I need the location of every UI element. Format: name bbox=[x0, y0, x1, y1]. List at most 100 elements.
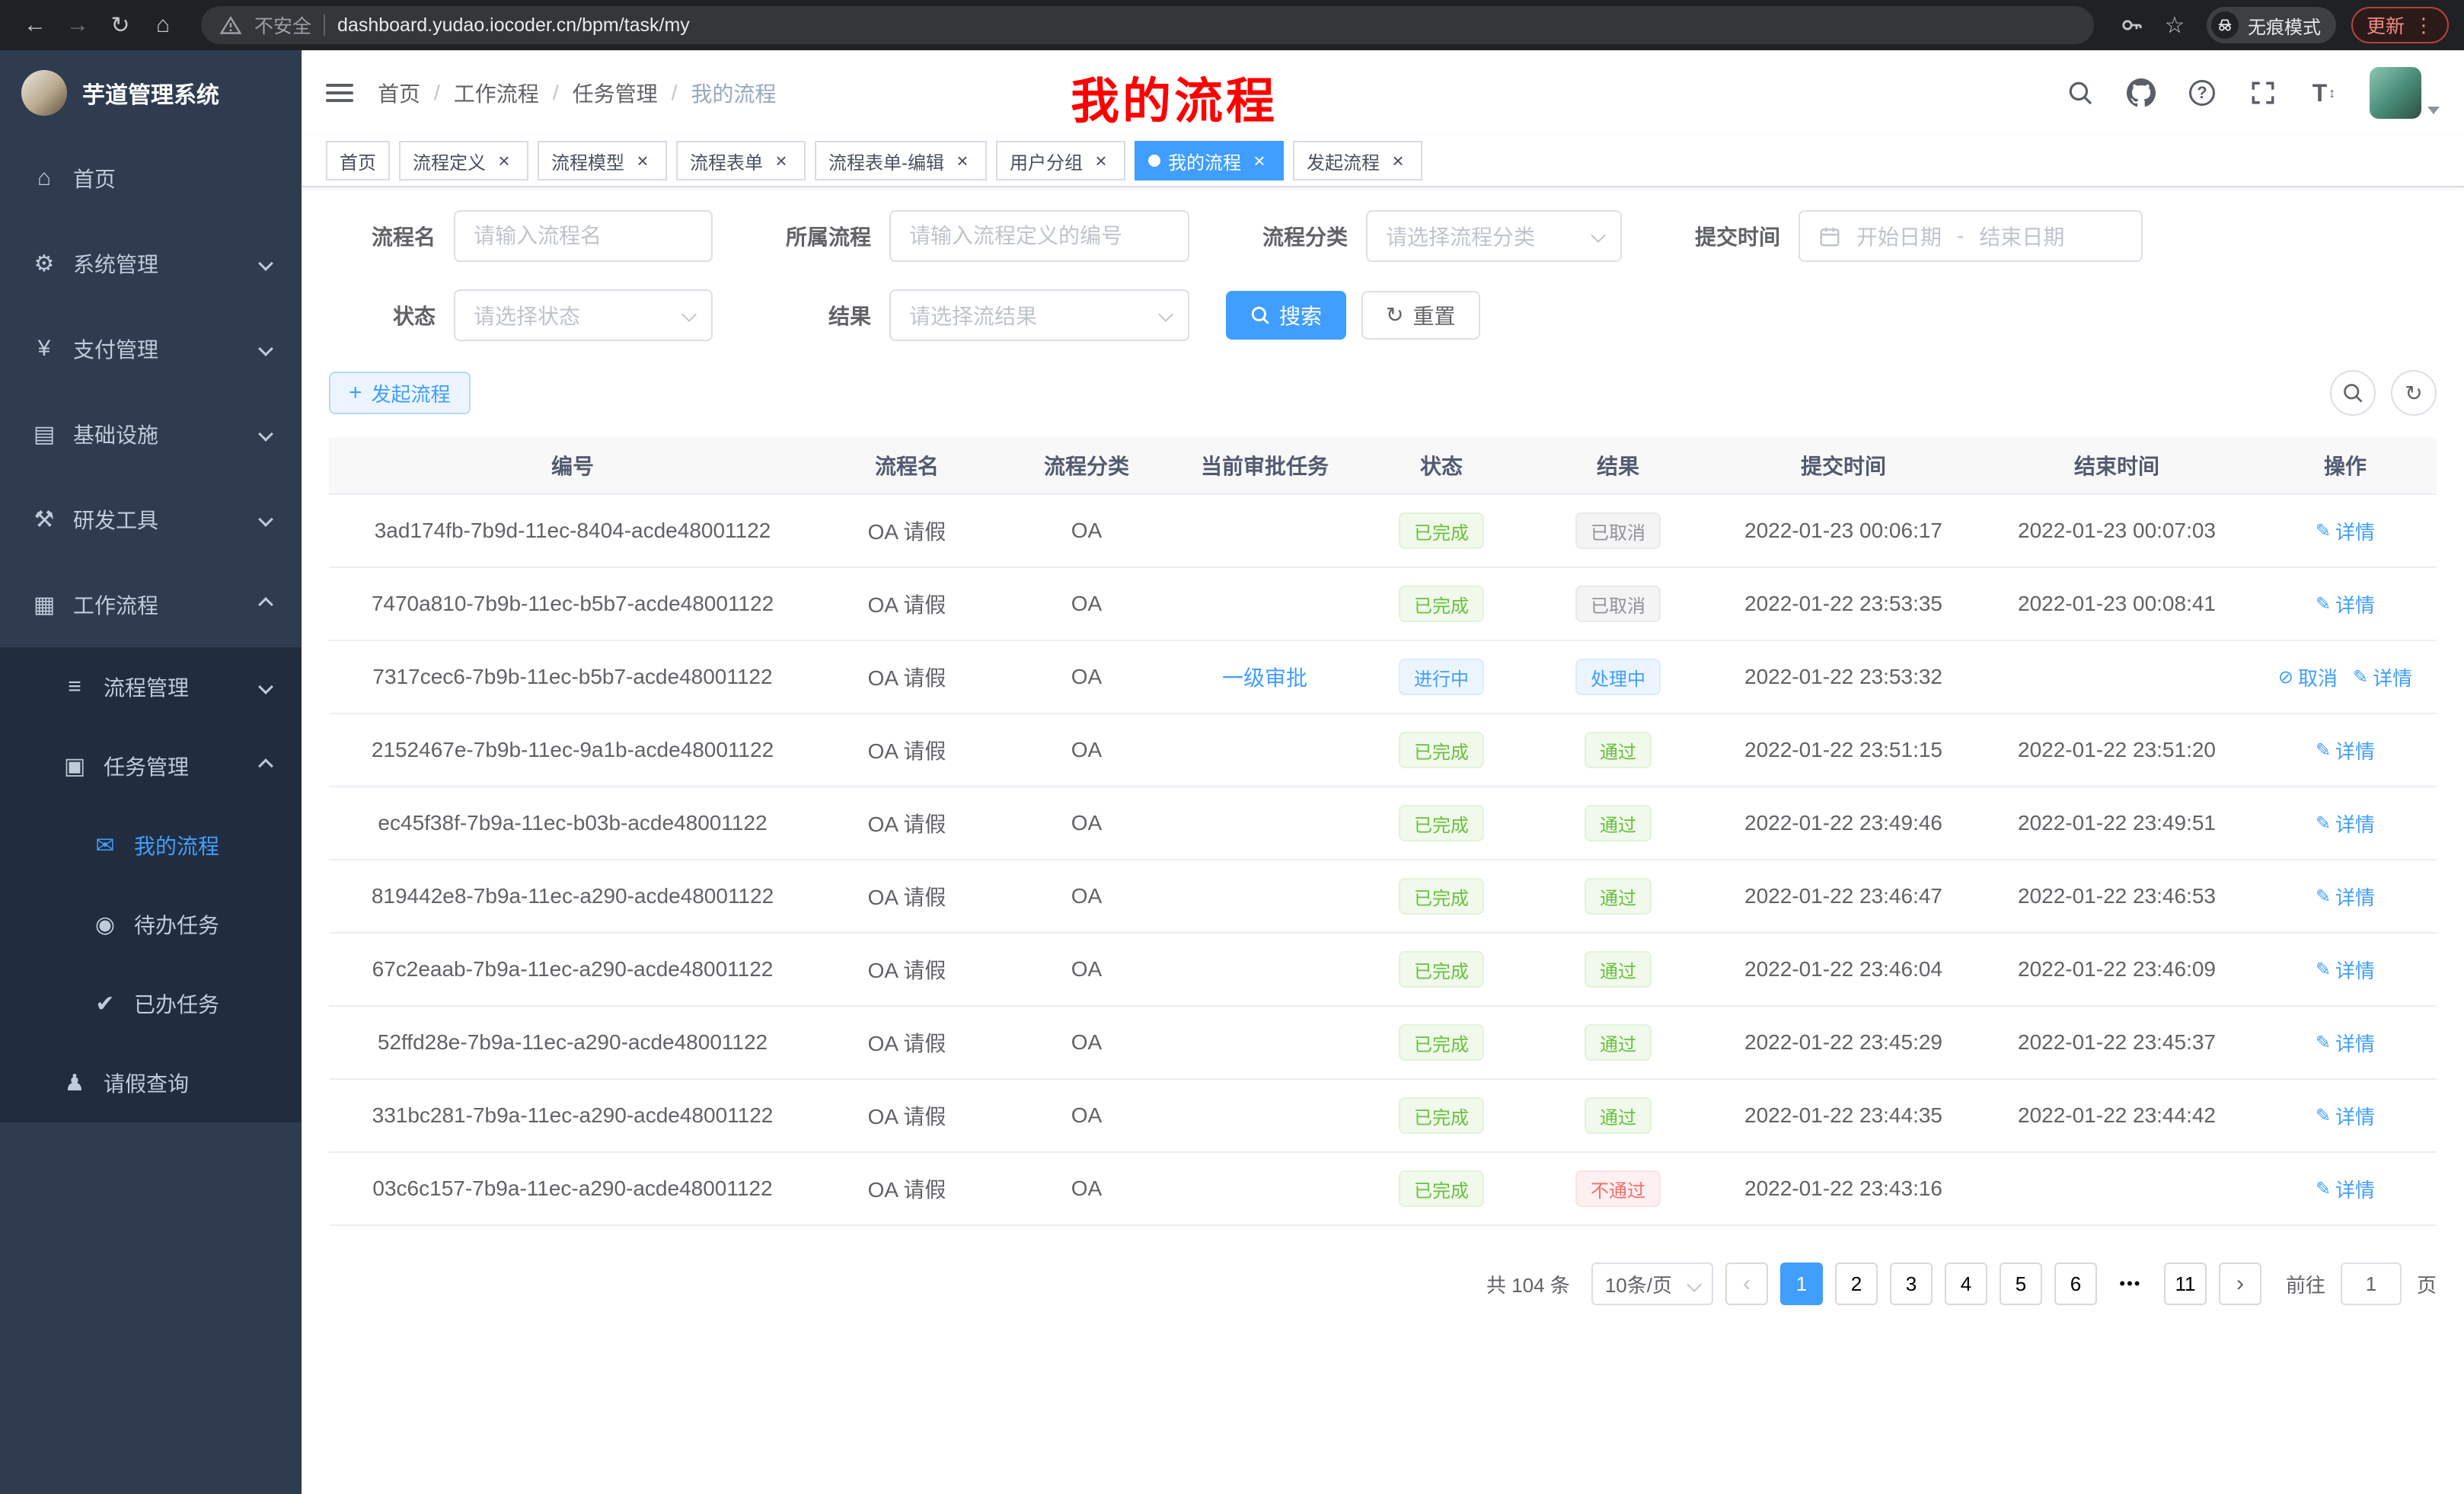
category-select[interactable]: 请选择流程分类 bbox=[1366, 210, 1622, 262]
sidebar-item[interactable]: ⚙ 系统管理 bbox=[0, 221, 302, 306]
menu-dots-icon[interactable]: ⋮ bbox=[2414, 14, 2434, 37]
close-icon[interactable]: × bbox=[1387, 150, 1409, 171]
leave-query-icon: ♟ bbox=[61, 1070, 88, 1097]
breadcrumb-link[interactable]: 工作流程 bbox=[454, 78, 539, 108]
star-icon[interactable]: ☆ bbox=[2155, 5, 2194, 45]
tab[interactable]: 流程表单 × bbox=[676, 141, 806, 180]
page-number-button[interactable]: 3 bbox=[1890, 1263, 1933, 1305]
tab[interactable]: 首页 bbox=[326, 141, 390, 180]
row-actions: ✎ 详情 bbox=[2254, 495, 2437, 567]
close-icon[interactable]: × bbox=[1090, 150, 1112, 171]
close-icon[interactable]: × bbox=[1249, 150, 1270, 171]
sidebar-item[interactable]: ¥ 支付管理 bbox=[0, 306, 302, 391]
tab[interactable]: 流程表单-编辑 × bbox=[815, 141, 987, 180]
status-cell: 已完成 bbox=[1354, 1153, 1529, 1224]
tab[interactable]: 用户分组 × bbox=[996, 141, 1125, 180]
status-badge: 已完成 bbox=[1399, 878, 1484, 915]
refresh-table-button[interactable]: ↻ bbox=[2391, 370, 2437, 416]
date-range-picker[interactable]: 开始日期 - 结束日期 bbox=[1799, 210, 2143, 262]
page-number-button[interactable]: 6 bbox=[2054, 1263, 2097, 1305]
update-button[interactable]: 更新 ⋮ bbox=[2351, 7, 2449, 43]
action-label: 详情 bbox=[2335, 1175, 2375, 1203]
sidebar-item[interactable]: ▦ 工作流程 bbox=[0, 562, 302, 647]
breadcrumb-link[interactable]: 我的流程 bbox=[691, 78, 776, 108]
goto-page-input[interactable] bbox=[2341, 1263, 2402, 1305]
edit-icon: ✎ bbox=[2316, 812, 2331, 835]
tab[interactable]: 我的流程 × bbox=[1135, 141, 1284, 180]
sidebar-item[interactable]: ✔ 已办任务 bbox=[0, 964, 302, 1043]
toggle-search-button[interactable] bbox=[2330, 370, 2376, 416]
sidebar-item[interactable]: ▣ 任务管理 bbox=[0, 726, 302, 806]
browser-home-icon[interactable]: ⌂ bbox=[143, 5, 183, 45]
table-body: 3ad174fb-7b9d-11ec-8404-acde48001122 OA … bbox=[329, 495, 2437, 1226]
close-icon[interactable]: × bbox=[771, 150, 792, 171]
tab[interactable]: 流程定义 × bbox=[399, 141, 528, 180]
submit-time: 2022-01-22 23:44:35 bbox=[1707, 1080, 1980, 1151]
close-icon[interactable]: × bbox=[493, 150, 515, 171]
reload-icon[interactable]: ↻ bbox=[101, 5, 140, 45]
result-select[interactable]: 请选择流结果 bbox=[889, 289, 1189, 341]
page-size-select[interactable]: 10条/页 bbox=[1591, 1263, 1713, 1305]
result-cell: 通过 bbox=[1529, 714, 1707, 786]
breadcrumb-link[interactable]: 首页 bbox=[378, 78, 420, 108]
font-size-icon[interactable]: T↕ bbox=[2309, 78, 2339, 108]
row-action-link[interactable]: ✎ 详情 bbox=[2316, 590, 2375, 618]
tab[interactable]: 发起流程 × bbox=[1293, 141, 1422, 180]
sidebar-item[interactable]: ✉ 我的流程 bbox=[0, 806, 302, 885]
row-action-link[interactable]: ✎ 详情 bbox=[2316, 809, 2375, 838]
key-icon[interactable] bbox=[2112, 5, 2152, 45]
page-number-button[interactable]: 4 bbox=[1945, 1263, 1987, 1305]
create-process-button[interactable]: + 发起流程 bbox=[329, 372, 471, 414]
page-number-button[interactable]: 1 bbox=[1780, 1263, 1823, 1305]
process-name: OA 请假 bbox=[816, 1153, 997, 1224]
breadcrumb-link[interactable]: 任务管理 bbox=[573, 78, 658, 108]
search-icon[interactable] bbox=[2065, 78, 2095, 108]
current-task-link[interactable]: 一级审批 bbox=[1222, 662, 1307, 692]
row-action-link[interactable]: ⊘ 取消 bbox=[2278, 663, 2338, 691]
sidebar-item[interactable]: ▤ 基础设施 bbox=[0, 391, 302, 477]
address-bar[interactable]: 不安全 dashboard.yudao.iocoder.cn/bpm/task/… bbox=[201, 6, 2094, 44]
sidebar-item[interactable]: ≡ 流程管理 bbox=[0, 647, 302, 726]
fullscreen-icon[interactable] bbox=[2248, 78, 2278, 108]
process-name-input[interactable] bbox=[454, 210, 713, 262]
page-number-button[interactable]: 5 bbox=[2000, 1263, 2042, 1305]
row-action-link[interactable]: ✎ 详情 bbox=[2316, 956, 2375, 984]
row-action-link[interactable]: ✎ 详情 bbox=[2316, 736, 2375, 765]
help-icon[interactable]: ? bbox=[2187, 78, 2217, 108]
page-content: 流程名 所属流程 流程分类 请选择流程分类 提交时间 开始日期 - 结束日期 bbox=[302, 187, 2464, 1494]
github-icon[interactable] bbox=[2126, 78, 2156, 108]
search-button[interactable]: 搜索 bbox=[1226, 291, 1346, 340]
sidebar-item[interactable]: ◉ 待办任务 bbox=[0, 885, 302, 964]
incognito-icon bbox=[2211, 11, 2239, 39]
close-icon[interactable]: × bbox=[632, 150, 653, 171]
forward-icon[interactable]: → bbox=[58, 5, 97, 45]
user-menu[interactable] bbox=[2370, 67, 2440, 119]
row-action-link[interactable]: ✎ 详情 bbox=[2316, 1102, 2375, 1130]
chevron-down-icon bbox=[1591, 228, 1606, 243]
hamburger-icon[interactable] bbox=[326, 84, 353, 102]
column-header: 提交时间 bbox=[1707, 437, 1980, 493]
row-action-link[interactable]: ✎ 详情 bbox=[2316, 1175, 2375, 1203]
row-action-link[interactable]: ✎ 详情 bbox=[2316, 1029, 2375, 1057]
sidebar-item-label: 研发工具 bbox=[73, 504, 158, 535]
next-page-button[interactable]: › bbox=[2219, 1263, 2261, 1305]
reset-button[interactable]: ↻ 重置 bbox=[1361, 291, 1479, 340]
sidebar-item[interactable]: ⌂ 首页 bbox=[0, 136, 302, 221]
sidebar-item[interactable]: ⚒ 研发工具 bbox=[0, 477, 302, 562]
row-action-link[interactable]: ✎ 详情 bbox=[2316, 883, 2375, 911]
tab[interactable]: 流程模型 × bbox=[538, 141, 667, 180]
sidebar-item[interactable]: ♟ 请假查询 bbox=[0, 1043, 302, 1122]
process-definition-input[interactable] bbox=[889, 210, 1189, 262]
result-label: 结果 bbox=[749, 300, 871, 330]
status-select[interactable]: 请选择状态 bbox=[454, 289, 713, 341]
close-icon[interactable]: × bbox=[952, 150, 973, 171]
prev-page-button[interactable]: ‹ bbox=[1725, 1263, 1768, 1305]
row-action-link[interactable]: ✎ 详情 bbox=[2316, 517, 2375, 545]
row-action-link[interactable]: ✎ 详情 bbox=[2353, 663, 2412, 691]
page-number-button[interactable]: ••• bbox=[2109, 1263, 2152, 1305]
page-number-button[interactable]: 11 bbox=[2164, 1263, 2207, 1305]
status-badge: 已完成 bbox=[1399, 1024, 1484, 1061]
breadcrumb-separator: / bbox=[672, 81, 678, 105]
page-number-button[interactable]: 2 bbox=[1835, 1263, 1878, 1305]
back-icon[interactable]: ← bbox=[15, 5, 55, 45]
